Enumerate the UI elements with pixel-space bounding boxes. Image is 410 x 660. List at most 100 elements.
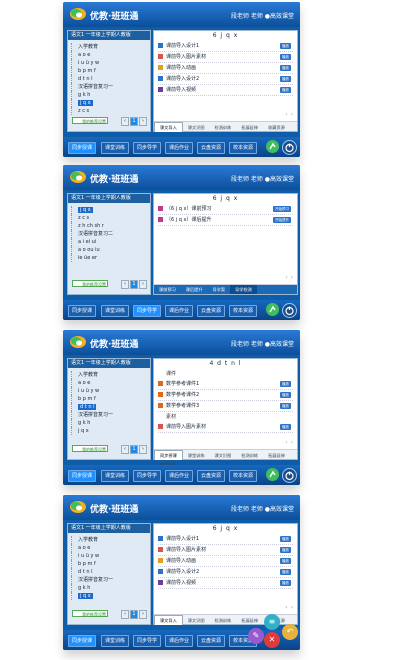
- tab-item[interactable]: 课堂训练: [183, 451, 210, 460]
- nav-button[interactable]: 校本资源: [229, 470, 258, 482]
- tab-item[interactable]: 导学案: [208, 285, 231, 294]
- tree-item[interactable]: 入学教育: [71, 43, 147, 51]
- resource-row[interactable]: 课前导入视频 播放: [158, 578, 293, 589]
- nav-button[interactable]: 同步授课: [68, 470, 97, 482]
- play-button[interactable]: 开始预习: [273, 206, 291, 212]
- page-prev-button[interactable]: ‹: [121, 280, 129, 289]
- tree-item[interactable]: g k h: [71, 419, 147, 427]
- play-button[interactable]: 播放: [280, 403, 291, 409]
- tree-item[interactable]: a o e: [71, 51, 147, 59]
- close-icon[interactable]: ✕: [264, 632, 280, 648]
- tree-item[interactable]: z c s: [71, 107, 147, 115]
- tree-item[interactable]: d t n l: [71, 403, 147, 411]
- nav-button[interactable]: 同步导学: [133, 470, 162, 482]
- tree-item[interactable]: j q x: [71, 427, 147, 435]
- page-prev-button[interactable]: ‹: [121, 610, 129, 619]
- play-button[interactable]: 播放: [280, 392, 291, 398]
- nav-button[interactable]: 课后作业: [165, 142, 194, 154]
- power-icon[interactable]: [282, 303, 297, 318]
- page-next-button[interactable]: ›: [291, 604, 293, 611]
- nav-button[interactable]: 云盘资源: [197, 635, 226, 647]
- resource-row[interactable]: 数学参考课件2 播放: [158, 390, 293, 401]
- tree-item[interactable]: i u ü y w: [71, 387, 147, 395]
- page-next-button[interactable]: ›: [139, 445, 147, 454]
- page-next-button[interactable]: ›: [291, 439, 293, 446]
- tab-item[interactable]: 拓展延伸: [236, 123, 263, 132]
- tab-item[interactable]: 课文识图: [183, 123, 210, 132]
- page-current[interactable]: 1: [130, 117, 138, 126]
- tools-icon[interactable]: [266, 140, 279, 153]
- page-current[interactable]: 1: [130, 445, 138, 454]
- tree-item[interactable]: i u ü y w: [71, 552, 147, 560]
- tree-item[interactable]: 汉语拼音复习一: [71, 576, 147, 584]
- recommend-settings-button[interactable]: 我的推荐设置: [72, 280, 108, 287]
- nav-button[interactable]: 课堂训练: [101, 470, 130, 482]
- tree-item[interactable]: a o e: [71, 544, 147, 552]
- resource-row[interactable]: 课前导入设计1 播放: [158, 41, 293, 52]
- play-button[interactable]: 播放: [280, 87, 291, 93]
- tree-item[interactable]: 汉语拼音复习一: [71, 411, 147, 419]
- resource-row[interactable]: （6 j q x）课后提升 开始提升: [158, 215, 293, 226]
- tab-item[interactable]: 课文导入: [154, 615, 183, 625]
- play-button[interactable]: 播放: [280, 43, 291, 49]
- tab-item[interactable]: 拓展延伸: [263, 451, 290, 460]
- tree-item[interactable]: j q x: [71, 99, 147, 107]
- nav-button[interactable]: 同步导学: [133, 635, 162, 647]
- play-button[interactable]: 播放: [280, 54, 291, 60]
- play-button[interactable]: 播放: [280, 76, 291, 82]
- page-next-button[interactable]: ›: [291, 274, 293, 281]
- recommend-settings-button[interactable]: 我的推荐设置: [72, 610, 108, 617]
- textbook-title[interactable]: 语文1 一年级上学期人教版: [68, 31, 150, 40]
- textbook-title[interactable]: 语文1 一年级上学期人教版: [68, 194, 150, 203]
- tree-item[interactable]: b p m f: [71, 67, 147, 75]
- tree-item[interactable]: b p m f: [71, 560, 147, 568]
- tab-item[interactable]: 拓展延伸: [236, 616, 263, 625]
- page-prev-button[interactable]: ‹: [285, 604, 287, 611]
- resource-row[interactable]: 课前导入图片素材 播放: [158, 52, 293, 63]
- nav-button[interactable]: 校本资源: [229, 305, 258, 317]
- nav-button[interactable]: 课后作业: [165, 635, 194, 647]
- page-prev-button[interactable]: ‹: [285, 111, 287, 118]
- tree-item[interactable]: g k h: [71, 584, 147, 592]
- tree-item[interactable]: z h ch sh r: [71, 222, 147, 230]
- page-current[interactable]: 1: [130, 280, 138, 289]
- recommend-settings-button[interactable]: 我的推荐设置: [72, 117, 108, 124]
- pen-icon[interactable]: ✎: [248, 628, 264, 644]
- tab-item[interactable]: 课前预习: [154, 285, 181, 294]
- play-button[interactable]: 播放: [280, 558, 291, 564]
- resource-row[interactable]: 课前导入设计1 播放: [158, 534, 293, 545]
- play-button[interactable]: 播放: [280, 424, 291, 430]
- play-button[interactable]: 播放: [280, 536, 291, 542]
- nav-button[interactable]: 课堂训练: [101, 635, 130, 647]
- power-icon[interactable]: [282, 468, 297, 483]
- resource-row[interactable]: 数学参考课件1 播放: [158, 379, 293, 390]
- page-current[interactable]: 1: [130, 610, 138, 619]
- tab-item[interactable]: 导学检测: [230, 285, 257, 294]
- resource-row[interactable]: 课前导入图片素材 播放: [158, 545, 293, 556]
- play-button[interactable]: 播放: [280, 547, 291, 553]
- play-button[interactable]: 播放: [280, 580, 291, 586]
- resource-row[interactable]: 素材: [158, 412, 293, 422]
- tab-item[interactable]: 同步授课: [154, 450, 183, 460]
- recommend-settings-button[interactable]: 我的推荐设置: [72, 445, 108, 452]
- nav-button[interactable]: 课后作业: [165, 305, 194, 317]
- textbook-title[interactable]: 语文1 一年级上学期人教版: [68, 524, 150, 533]
- tree-item[interactable]: 汉语拼音复习一: [71, 83, 147, 91]
- tree-item[interactable]: a o ou iu: [71, 246, 147, 254]
- page-prev-button[interactable]: ‹: [121, 117, 129, 126]
- resource-row[interactable]: 课前导入设计2 播放: [158, 74, 293, 85]
- page-next-button[interactable]: ›: [291, 111, 293, 118]
- power-icon[interactable]: [282, 140, 297, 155]
- tab-item[interactable]: 检测训练: [236, 451, 263, 460]
- tree-item[interactable]: a o e: [71, 379, 147, 387]
- play-button[interactable]: 播放: [280, 381, 291, 387]
- tree-item[interactable]: g k h: [71, 91, 147, 99]
- tools-icon[interactable]: [266, 303, 279, 316]
- tree-item[interactable]: i u ü y w: [71, 59, 147, 67]
- nav-button[interactable]: 同步授课: [68, 305, 97, 317]
- nav-button[interactable]: 同步授课: [68, 142, 97, 154]
- tools-icon[interactable]: [266, 468, 279, 481]
- nav-button[interactable]: 同步导学: [133, 305, 162, 317]
- nav-button[interactable]: 云盘资源: [197, 305, 226, 317]
- tree-item[interactable]: b p m f: [71, 395, 147, 403]
